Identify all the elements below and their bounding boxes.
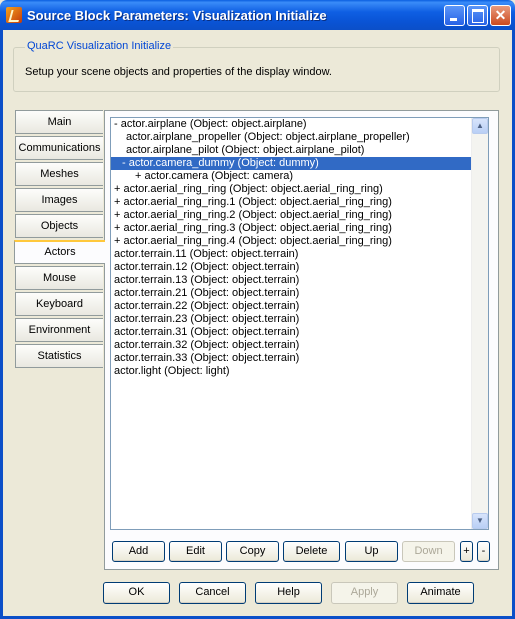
list-item[interactable]: actor.terrain.11 (Object: object.terrain… bbox=[114, 248, 298, 261]
list-item[interactable]: actor.terrain.12 (Object: object.terrain… bbox=[114, 261, 299, 274]
list-item[interactable]: actor.terrain.33 (Object: object.terrain… bbox=[114, 352, 299, 365]
list-item[interactable]: actor.airplane_pilot (Object: object.air… bbox=[126, 144, 364, 157]
tab-keyboard[interactable]: Keyboard bbox=[15, 292, 103, 316]
list-item[interactable]: + actor.aerial_ring_ring.1 (Object: obje… bbox=[114, 196, 392, 209]
list-item[interactable]: actor.terrain.31 (Object: object.terrain… bbox=[114, 326, 299, 339]
group-description: Setup your scene objects and properties … bbox=[25, 66, 332, 78]
cancel-button[interactable]: Cancel bbox=[179, 582, 246, 604]
list-item[interactable]: actor.light (Object: light) bbox=[114, 365, 230, 378]
move-down-button[interactable]: Down bbox=[402, 541, 455, 562]
minimize-button[interactable] bbox=[444, 5, 465, 26]
list-item[interactable]: + actor.aerial_ring_ring.3 (Object: obje… bbox=[114, 222, 392, 235]
add-actor-button[interactable]: Add bbox=[112, 541, 165, 562]
close-button[interactable]: ✕ bbox=[490, 5, 511, 26]
tab-meshes[interactable]: Meshes bbox=[15, 162, 103, 186]
tab-actors[interactable]: Actors bbox=[14, 240, 105, 264]
list-item[interactable]: - actor.airplane (Object: object.airplan… bbox=[114, 118, 307, 131]
list-item[interactable]: actor.airplane_propeller (Object: object… bbox=[126, 131, 410, 144]
edit-actor-button[interactable]: Edit bbox=[169, 541, 222, 562]
tab-environment[interactable]: Environment bbox=[15, 318, 103, 342]
list-item[interactable]: actor.terrain.21 (Object: object.terrain… bbox=[114, 287, 299, 300]
move-up-button[interactable]: Up bbox=[345, 541, 398, 562]
list-item[interactable]: actor.terrain.32 (Object: object.terrain… bbox=[114, 339, 299, 352]
list-item[interactable]: + actor.aerial_ring_ring.2 (Object: obje… bbox=[114, 209, 392, 222]
collapse-button[interactable]: - bbox=[477, 541, 490, 562]
scroll-up-button[interactable]: ▲ bbox=[472, 118, 488, 134]
animate-button[interactable]: Animate bbox=[407, 582, 474, 604]
tab-main[interactable]: Main bbox=[15, 110, 103, 134]
window-title: Source Block Parameters: Visualization I… bbox=[27, 8, 327, 23]
tab-communications[interactable]: Communications bbox=[15, 136, 103, 160]
matlab-app-icon bbox=[6, 7, 22, 23]
expand-button[interactable]: + bbox=[460, 541, 473, 562]
list-item[interactable]: + actor.aerial_ring_ring.4 (Object: obje… bbox=[114, 235, 392, 248]
tab-objects[interactable]: Objects bbox=[15, 214, 103, 238]
list-item[interactable]: + actor.aerial_ring_ring (Object: object… bbox=[114, 183, 383, 196]
list-item-selected[interactable]: - actor.camera_dummy (Object: dummy) bbox=[111, 157, 472, 170]
scroll-down-button[interactable]: ▼ bbox=[472, 513, 488, 529]
ok-button[interactable]: OK bbox=[103, 582, 170, 604]
list-scrollbar[interactable]: ▲ ▼ bbox=[471, 118, 488, 529]
apply-button[interactable]: Apply bbox=[331, 582, 398, 604]
list-item[interactable]: + actor.camera (Object: camera) bbox=[135, 170, 293, 183]
list-item[interactable]: actor.terrain.23 (Object: object.terrain… bbox=[114, 313, 299, 326]
actors-listbox[interactable]: - actor.airplane (Object: object.airplan… bbox=[110, 117, 489, 530]
title-bar[interactable]: Source Block Parameters: Visualization I… bbox=[0, 0, 515, 30]
chevron-down-icon: ▼ bbox=[476, 516, 484, 525]
list-item[interactable]: actor.terrain.22 (Object: object.terrain… bbox=[114, 300, 299, 313]
maximize-button[interactable] bbox=[467, 5, 488, 26]
tab-images[interactable]: Images bbox=[15, 188, 103, 212]
tab-statistics[interactable]: Statistics bbox=[15, 344, 103, 368]
delete-actor-button[interactable]: Delete bbox=[283, 541, 340, 562]
help-button[interactable]: Help bbox=[255, 582, 322, 604]
tab-mouse[interactable]: Mouse bbox=[15, 266, 103, 290]
list-item[interactable]: actor.terrain.13 (Object: object.terrain… bbox=[114, 274, 299, 287]
chevron-up-icon: ▲ bbox=[476, 121, 484, 130]
close-icon: ✕ bbox=[494, 7, 507, 23]
group-title: QuaRC Visualization Initialize bbox=[25, 40, 174, 52]
copy-actor-button[interactable]: Copy bbox=[226, 541, 279, 562]
